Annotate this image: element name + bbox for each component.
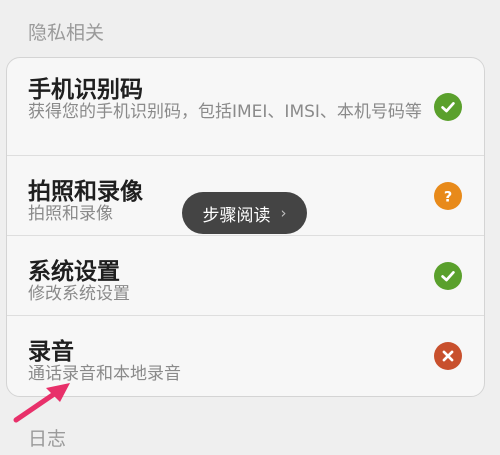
status-ask-button[interactable]: ? xyxy=(434,182,462,210)
permission-row-system-settings[interactable]: 系统设置 修改系统设置 xyxy=(7,236,484,316)
permission-title: 手机识别码 xyxy=(28,77,143,103)
x-icon xyxy=(442,350,454,362)
step-reading-toast[interactable]: 步骤阅读 › xyxy=(182,192,307,234)
status-allowed-button[interactable] xyxy=(434,262,462,290)
permission-desc: 修改系统设置 xyxy=(28,284,130,304)
chevron-right-icon: › xyxy=(280,204,287,222)
permission-desc: 通话录音和本地录音 xyxy=(28,364,181,384)
permission-desc: 获得您的手机识别码，包括IMEI、IMSI、本机号码等 xyxy=(28,102,422,122)
pointer-arrow-annotation xyxy=(13,383,70,423)
check-icon xyxy=(441,271,455,282)
permission-row-device-id[interactable]: 手机识别码 获得您的手机识别码，包括IMEI、IMSI、本机号码等 xyxy=(7,58,484,156)
section-header-privacy: 隐私相关 xyxy=(28,22,105,44)
check-icon xyxy=(441,102,455,113)
status-allowed-button[interactable] xyxy=(434,93,462,121)
permission-title: 拍照和录像 xyxy=(28,179,143,205)
status-denied-button[interactable] xyxy=(434,342,462,370)
question-icon: ? xyxy=(444,189,452,205)
permission-title: 系统设置 xyxy=(28,259,120,285)
svg-text:?: ? xyxy=(444,189,452,205)
section-header-log: 日志 xyxy=(28,428,67,450)
toast-label: 步骤阅读 xyxy=(202,205,271,226)
permission-title: 录音 xyxy=(28,339,74,365)
